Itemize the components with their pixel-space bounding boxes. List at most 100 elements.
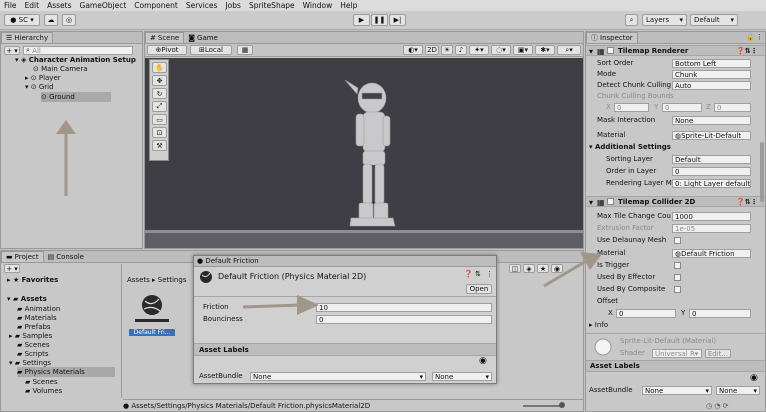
offset-x-input[interactable]: 0: [616, 309, 676, 318]
open-button[interactable]: Open: [466, 284, 492, 294]
pause-button[interactable]: ❚❚: [371, 14, 388, 26]
gizmos-icon[interactable]: ✱▾: [535, 45, 555, 55]
preset-icon[interactable]: ⇅: [475, 270, 481, 278]
delaunay-mesh-checkbox[interactable]: [674, 237, 681, 244]
cloud-icon[interactable]: ☁: [44, 14, 58, 26]
scale-tool-icon[interactable]: ⤢: [152, 101, 167, 112]
tab-hierarchy[interactable]: ☰ Hierarchy: [1, 32, 54, 43]
transform-tool-icon[interactable]: ⊡: [152, 127, 167, 138]
more-icon[interactable]: ⋮: [486, 270, 493, 278]
used-by-effector-checkbox[interactable]: [674, 274, 681, 281]
account-button[interactable]: ● SC ▾: [4, 14, 40, 26]
bounds-z-input[interactable]: 0: [714, 103, 751, 112]
menu-assets[interactable]: Assets: [43, 1, 75, 10]
collider-material-field[interactable]: ◍ Default Friction: [672, 249, 751, 258]
tab-inspector[interactable]: ⓘ Inspector: [586, 32, 638, 43]
friction-input[interactable]: 10: [316, 303, 492, 312]
lock-icon[interactable]: 🔒: [746, 33, 755, 41]
menu-help[interactable]: Help: [336, 1, 361, 10]
tab-console[interactable]: ▤ Console: [44, 251, 88, 262]
2d-toggle[interactable]: 2D: [425, 45, 439, 55]
tab-project[interactable]: ▬ Project: [1, 251, 44, 262]
bounds-y-input[interactable]: 0: [662, 103, 702, 112]
help-icon[interactable]: ❓: [464, 270, 473, 278]
play-button[interactable]: ▶: [353, 14, 370, 26]
folder-volumes[interactable]: ▰ Volumes: [25, 386, 62, 396]
favorites-row[interactable]: ▸ ★ Favorites: [7, 275, 58, 285]
menu-file[interactable]: File: [0, 1, 21, 10]
label-tag-icon[interactable]: ◉: [479, 356, 487, 366]
menu-services[interactable]: Services: [182, 1, 222, 10]
zoom-slider[interactable]: [523, 405, 563, 407]
effects-icon[interactable]: ✦▾: [469, 45, 489, 55]
shading-mode-icon[interactable]: ◐▾: [403, 45, 423, 55]
menu-edit[interactable]: Edit: [21, 1, 44, 10]
label-tag-icon[interactable]: ◉: [750, 373, 758, 383]
tab-game[interactable]: ◙ Game: [184, 32, 222, 43]
component-icons[interactable]: ❓⇅⋮: [736, 47, 758, 55]
detect-chunk-culling-dropdown[interactable]: Auto: [672, 81, 751, 90]
menu-gameobject[interactable]: GameObject: [76, 1, 131, 10]
grid-snap-icon[interactable]: ▦: [237, 45, 253, 55]
zoom-slider-thumb[interactable]: [559, 402, 565, 408]
local-toggle[interactable]: ⊞ Local: [190, 45, 232, 55]
renderer-material-field[interactable]: ◍ Sprite-Lit-Default: [672, 131, 751, 140]
additional-settings-foldout[interactable]: ▾ Additional Settings: [589, 142, 671, 152]
breadcrumb-assets[interactable]: Assets: [127, 276, 150, 284]
tab-scene[interactable]: # Scene: [145, 32, 185, 43]
pivot-toggle[interactable]: ⊕ Pivot: [147, 45, 187, 55]
more-icon[interactable]: ⋮: [756, 33, 763, 41]
info-foldout[interactable]: ▸ Info: [589, 320, 608, 330]
hierarchy-item-grid[interactable]: ▾ ⊙ Grid: [25, 82, 54, 92]
menu-jobs[interactable]: Jobs: [221, 1, 244, 10]
inspector-scrollbar[interactable]: [760, 142, 764, 202]
mask-interaction-dropdown[interactable]: None: [672, 116, 751, 125]
used-by-composite-checkbox[interactable]: [674, 286, 681, 293]
menu-window[interactable]: Window: [299, 1, 337, 10]
inspector-asset-bundle-dropdown[interactable]: None ▾: [642, 386, 712, 395]
tilemap-collider-enabled-checkbox[interactable]: [607, 198, 614, 205]
shader-edit-button[interactable]: Edit...: [705, 349, 731, 358]
layout-dropdown[interactable]: Default ▾: [690, 14, 738, 26]
move-tool-icon[interactable]: ✥: [152, 75, 167, 86]
bounciness-input[interactable]: 0: [316, 315, 492, 324]
layers-dropdown[interactable]: Layers ▾: [642, 14, 687, 26]
folder-physics-materials[interactable]: ▰ Physics Materials: [17, 367, 115, 377]
lighting-icon[interactable]: ☀: [441, 45, 453, 55]
extrusion-factor-input[interactable]: 1e-05: [672, 224, 751, 233]
offset-y-input[interactable]: 0: [689, 309, 751, 318]
search-icon[interactable]: ⌕: [625, 14, 638, 26]
rotate-tool-icon[interactable]: ↻: [152, 88, 167, 99]
tilemap-renderer-enabled-checkbox[interactable]: [607, 47, 614, 54]
collab-icon[interactable]: ◎: [62, 14, 76, 26]
hierarchy-search-input[interactable]: ⌕ All: [23, 46, 133, 55]
tilemap-collider-header[interactable]: ▾ ▦ Tilemap Collider 2D ❓⇅⋮: [586, 196, 765, 207]
hand-tool-icon[interactable]: ✋: [152, 62, 167, 73]
camera-icon[interactable]: ▣▾: [513, 45, 533, 55]
component-icons[interactable]: ❓⇅⋮: [736, 198, 758, 206]
breadcrumb-settings[interactable]: Settings: [158, 276, 187, 284]
hierarchy-item-ground[interactable]: ⊙ Ground: [41, 92, 111, 102]
scene-viewport[interactable]: [145, 58, 583, 248]
add-button[interactable]: + ▾: [4, 46, 20, 55]
menu-component[interactable]: Component: [130, 1, 182, 10]
sorting-layer-dropdown[interactable]: Default: [672, 155, 751, 164]
audio-icon[interactable]: ♪: [455, 45, 467, 55]
custom-tool-icon[interactable]: ⚒: [152, 140, 167, 151]
rect-tool-icon[interactable]: ▭: [152, 114, 167, 125]
is-trigger-checkbox[interactable]: [674, 262, 681, 269]
step-button[interactable]: ▶|: [389, 14, 406, 26]
asset-bundle-dropdown[interactable]: None ▾: [250, 372, 426, 381]
rendering-layer-dropdown[interactable]: 0: Light Layer default: [672, 179, 751, 188]
shader-dropdown[interactable]: Universal R▾: [652, 349, 702, 358]
bounds-x-input[interactable]: 0: [614, 103, 649, 112]
assets-root-row[interactable]: ▾ ▰ Assets: [7, 294, 47, 304]
project-add-button[interactable]: + ▾: [4, 264, 20, 273]
inspector-asset-bundle-variant[interactable]: None ▾: [716, 386, 760, 395]
menu-spriteshape[interactable]: SpriteShape: [245, 1, 299, 10]
scene-search-input[interactable]: ⌕▾: [557, 45, 581, 55]
asset-bundle-variant-dropdown[interactable]: None ▾: [432, 372, 492, 381]
tilemap-renderer-header[interactable]: ▾ ▦ Tilemap Renderer ❓⇅⋮: [586, 45, 765, 56]
filter-type-icon[interactable]: ◫: [509, 264, 521, 273]
asset-tile-default-friction[interactable]: Default Fri...: [129, 291, 175, 339]
